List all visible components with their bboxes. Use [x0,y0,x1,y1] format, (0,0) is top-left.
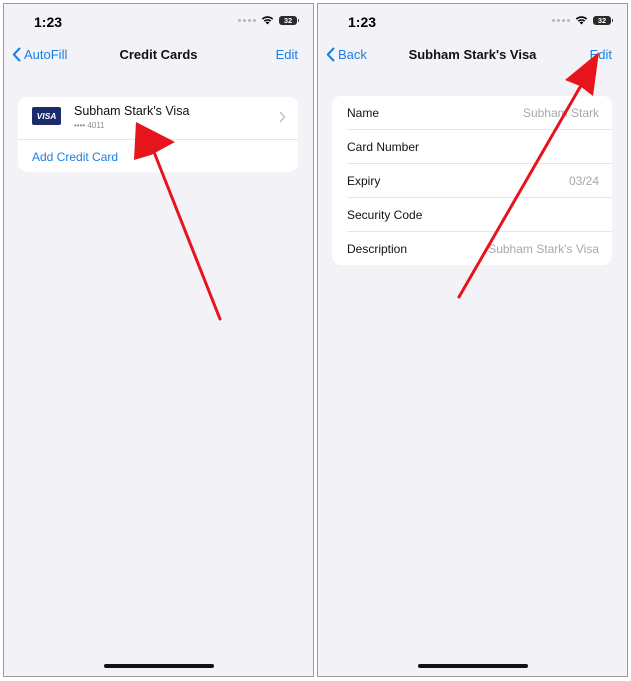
detail-value: 03/24 [568,174,599,188]
detail-label: Description [347,242,408,256]
back-label: Back [338,47,367,62]
visa-logo: VISA [32,107,61,125]
detail-row-card-number[interactable]: Card Number [347,130,612,164]
autofill-back-button[interactable]: AutoFill [12,47,67,62]
add-credit-card-row[interactable]: Add Credit Card [18,140,298,172]
edit-button[interactable]: Edit [276,47,298,62]
detail-label: Card Number [347,140,420,154]
chevron-right-icon [279,111,286,123]
detail-label: Security Code [347,208,423,222]
card-detail-screen: 1:23 32 Back Subham Stark's Visa Edit Na… [317,3,628,677]
status-bar: 1:23 32 [4,4,313,38]
detail-row-security-code[interactable]: Security Code [347,198,612,232]
card-name: Subham Stark's Visa [74,104,190,118]
edit-button[interactable]: Edit [590,47,612,62]
detail-value: Subham Stark [522,106,599,120]
signal-icon [552,18,570,22]
signal-icon [238,18,256,22]
home-indicator[interactable] [417,664,528,668]
detail-label: Name [347,106,380,120]
wifi-icon [261,15,274,25]
home-indicator[interactable] [103,664,214,668]
navigation-bar: AutoFill Credit Cards Edit [4,38,313,74]
status-icons: 32 [552,15,613,25]
add-credit-card-button[interactable]: Add Credit Card [32,150,118,164]
detail-label: Expiry [347,174,381,188]
back-label: AutoFill [24,47,68,62]
status-icons: 32 [238,15,299,25]
card-number-masked: •••• 4011 [74,121,105,130]
back-button[interactable]: Back [326,47,367,62]
back-chevron-icon [326,47,335,62]
status-time: 1:23 [348,14,377,30]
credit-card-list: VISA Subham Stark's Visa •••• 4011 Add C… [18,97,298,172]
wifi-icon [575,15,588,25]
detail-row-name[interactable]: Name Subham Stark [347,96,612,130]
credit-card-row[interactable]: VISA Subham Stark's Visa •••• 4011 [18,97,298,140]
battery-icon: 32 [593,15,613,25]
status-time: 1:23 [34,14,63,30]
detail-value: Subham Stark's Visa [488,242,599,256]
detail-row-expiry[interactable]: Expiry 03/24 [347,164,612,198]
navigation-bar: Back Subham Stark's Visa Edit [318,38,627,74]
detail-row-description[interactable]: Description Subham Stark's Visa [347,232,612,265]
battery-icon: 32 [279,15,299,25]
card-details-list: Name Subham Stark Card Number Expiry 03/… [332,96,612,265]
back-chevron-icon [12,47,21,62]
credit-cards-screen: 1:23 32 AutoFill Credit Cards Edit VISA … [3,3,314,677]
status-bar: 1:23 32 [318,4,627,38]
